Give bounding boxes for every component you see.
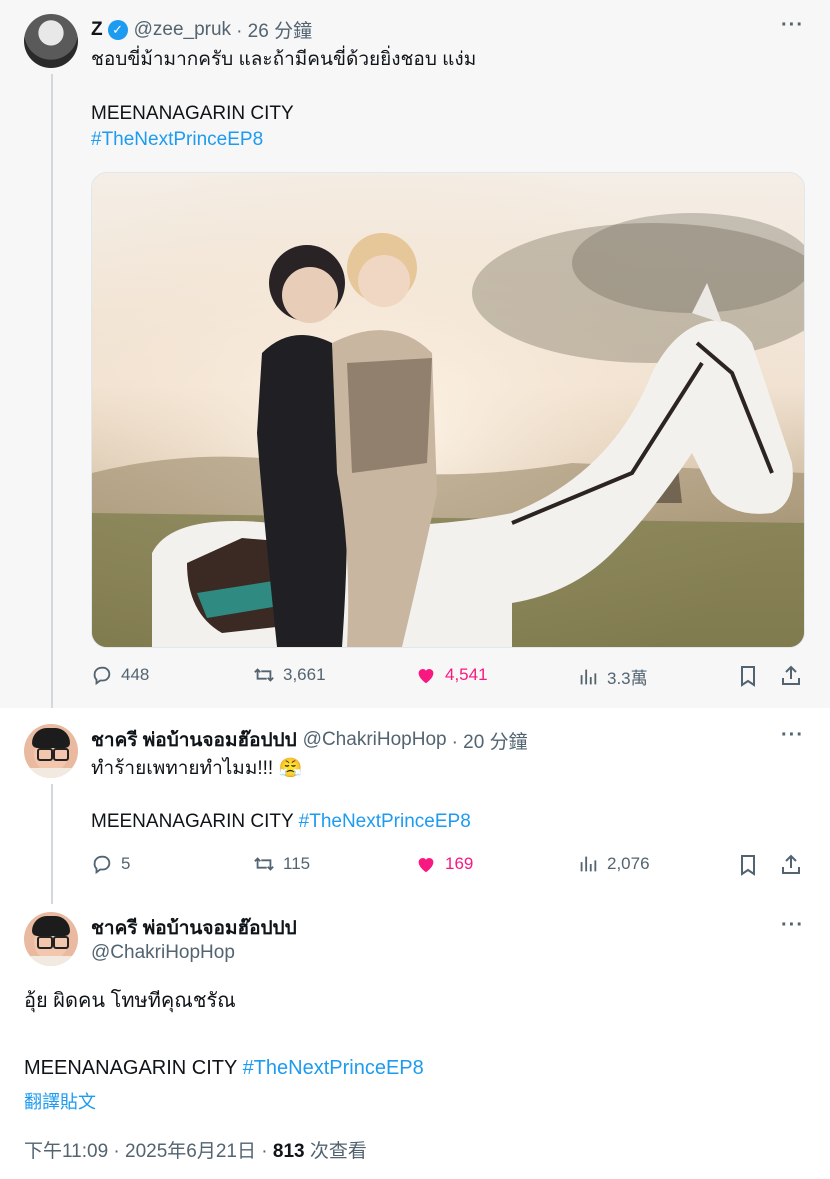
tweet-timestamp[interactable]: 下午11:09 · 2025年6月21日 ·: [24, 1141, 273, 1162]
share-icon[interactable]: [779, 853, 803, 877]
retweet-count: 115: [283, 854, 311, 873]
tweet-text-line: MEENANAGARIN CITY #TheNextPrinceEP8: [24, 1055, 424, 1081]
tweet-time[interactable]: · 20 分鐘: [452, 727, 528, 754]
tweet-header: ชาครี พ่อบ้านจอมฮ๊อปปป @ChakriHopHop · 2…: [91, 725, 528, 755]
view-count: 3.3萬: [607, 669, 648, 688]
views-icon: [580, 856, 597, 872]
heart-icon: [418, 858, 434, 873]
author-handle[interactable]: @ChakriHopHop: [91, 942, 235, 964]
reply-button[interactable]: 5: [91, 853, 130, 875]
bookmark-icon[interactable]: [736, 664, 760, 688]
tweet-text-plain: MEENANAGARIN CITY: [91, 811, 294, 832]
retweet-button[interactable]: 3,661: [253, 664, 326, 686]
like-count: 169: [445, 854, 474, 873]
tweet-1[interactable]: Z ✓ @zee_pruk · 26 分鐘 ··· ชอบขี่ม้ามากคร…: [0, 0, 830, 708]
tweet-text: ชอบขี่ม้ามากครับ และถ้ามีคนขี่ด้วยยิ่งชอ…: [91, 49, 477, 70]
tweet-text: ทำร้ายเพทายทำไมม!!! 😤: [91, 758, 303, 779]
verified-icon: ✓: [107, 19, 128, 40]
author-name-row: ชาครี พ่อบ้านจอมฮ๊อปปป: [91, 913, 297, 943]
more-icon[interactable]: ···: [781, 914, 804, 937]
bookmark-icon[interactable]: [736, 853, 760, 877]
tweet-time[interactable]: · 26 分鐘: [236, 16, 312, 43]
heart-icon: [418, 669, 434, 684]
retweet-button[interactable]: 115: [253, 853, 310, 875]
tweet-actions: 5 115 169 2,076: [91, 853, 803, 883]
views-button[interactable]: 3.3萬: [577, 664, 648, 689]
views-label: 次查看: [304, 1141, 367, 1162]
hashtag-link[interactable]: #TheNextPrinceEP8: [91, 127, 263, 153]
tweet-header: Z ✓ @zee_pruk · 26 分鐘: [91, 16, 312, 43]
avatar[interactable]: [24, 912, 78, 966]
views-icon: [580, 669, 597, 684]
tweet-actions: 448 3,661 4,541 3.3萬: [91, 664, 803, 694]
retweet-icon: [254, 857, 274, 871]
hashtag-link[interactable]: #TheNextPrinceEP8: [243, 1057, 424, 1079]
like-button[interactable]: 4,541: [415, 664, 488, 686]
more-icon[interactable]: ···: [781, 14, 804, 37]
views-button[interactable]: 2,076: [577, 853, 650, 875]
avatar[interactable]: [24, 724, 78, 778]
thread-line: [51, 74, 53, 708]
tweet-text-plain: MEENANAGARIN CITY: [24, 1057, 237, 1079]
photo-illustration: [92, 173, 804, 647]
tweet-text-line: MEENANAGARIN CITY #TheNextPrinceEP8: [91, 809, 471, 835]
author-name[interactable]: ชาครี พ่อบ้านจอมฮ๊อปปป: [91, 725, 297, 755]
hashtag-link[interactable]: #TheNextPrinceEP8: [299, 811, 471, 832]
reply-count: 448: [121, 665, 150, 684]
avatar[interactable]: [24, 14, 78, 68]
reply-icon: [93, 666, 111, 686]
tweet-text-line: MEENANAGARIN CITY: [91, 103, 294, 124]
reply-count: 5: [121, 854, 131, 873]
like-button[interactable]: 169: [415, 853, 473, 875]
author-handle-row: @ChakriHopHop: [91, 942, 235, 964]
tweet-2[interactable]: ชาครี พ่อบ้านจอมฮ๊อปปป @ChakriHopHop · 2…: [0, 708, 830, 904]
share-icon[interactable]: [779, 664, 803, 688]
reply-button[interactable]: 448: [91, 664, 149, 686]
like-count: 4,541: [445, 665, 488, 684]
author-name[interactable]: Z: [91, 19, 103, 41]
thread-line: [51, 784, 53, 904]
author-name[interactable]: ชาครี พ่อบ้านจอมฮ๊อปปป: [91, 913, 297, 943]
author-handle[interactable]: @ChakriHopHop: [303, 729, 447, 751]
reply-icon: [93, 855, 111, 875]
retweet-count: 3,661: [283, 665, 326, 684]
translate-post-link[interactable]: 翻譯貼文: [24, 1088, 96, 1114]
author-handle[interactable]: @zee_pruk: [134, 19, 231, 41]
view-count: 813: [272, 1141, 305, 1162]
view-count: 2,076: [607, 854, 650, 873]
retweet-icon: [254, 668, 274, 682]
more-icon[interactable]: ···: [781, 724, 804, 747]
tweet-text: อุ้ย ผิดคน โทษทีคุณชรัณ: [24, 990, 236, 1012]
tweet-meta: 下午11:09 · 2025年6月21日 · 813 次查看: [24, 1136, 367, 1163]
tweet-photo[interactable]: [91, 172, 805, 648]
